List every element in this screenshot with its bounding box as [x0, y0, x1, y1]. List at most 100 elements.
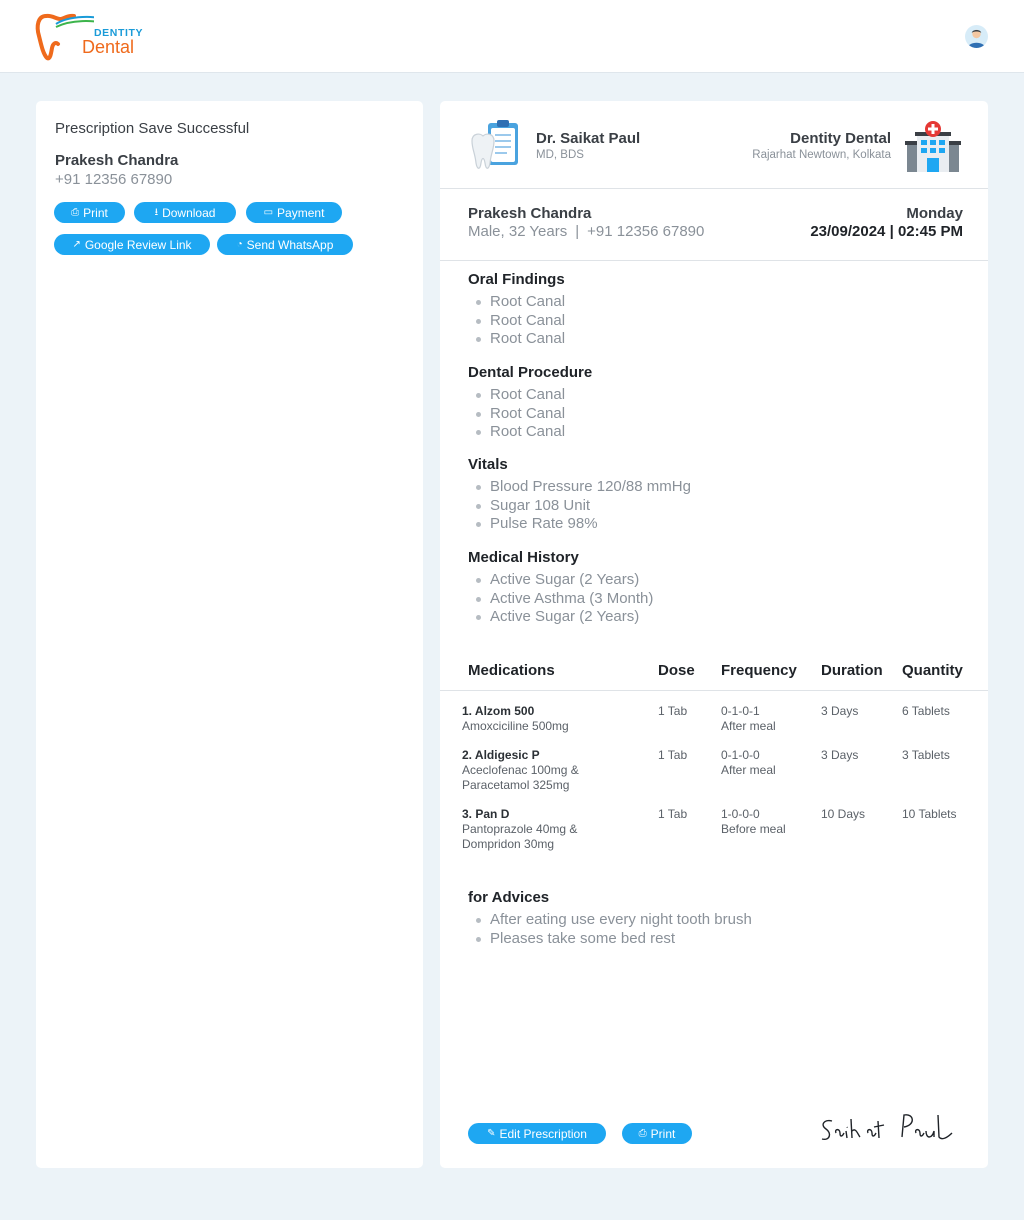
download-button[interactable]: ⭳ Download	[134, 202, 236, 223]
list-item: Root Canal	[468, 312, 565, 331]
rx-patient-name: Prakesh Chandra	[468, 205, 592, 222]
medication-name: Alzom 500	[474, 704, 535, 718]
dental-procedure-section: Dental Procedure Root Canal Root Canal R…	[468, 364, 592, 442]
dose-cell: 1 Tab	[658, 748, 688, 762]
medication-composition: Dompridon 30mg	[462, 837, 555, 851]
medication-index: 3.	[462, 807, 473, 821]
printer-icon: ⎙	[71, 206, 80, 218]
section-title: Medical History	[468, 549, 579, 566]
medication-index: 1.	[462, 704, 473, 718]
print-button[interactable]: ⎙ Print	[54, 202, 125, 223]
medical-history-section: Medical History Active Sugar (2 Years) A…	[468, 549, 653, 627]
frequency-timing: Before meal	[721, 822, 786, 836]
dental-clipboard-icon	[471, 120, 518, 169]
clinic-name: Dentity Dental	[790, 130, 891, 147]
list-item: Pleases take some bed rest	[468, 930, 752, 949]
duration-cell: 3 Days	[821, 748, 859, 762]
frequency-cell: 0-1-0-0 After meal	[721, 748, 776, 778]
top-bar: DENTITY Dental	[0, 0, 1024, 73]
download-icon: ⭳	[154, 206, 159, 218]
google-review-button-label: Google Review Link	[84, 237, 192, 252]
quantity-cell: 6 Tablets	[902, 704, 950, 718]
rx-time: 02:45 PM	[897, 223, 963, 240]
medication-composition: Paracetamol 325mg	[462, 778, 570, 792]
medication-composition: Amoxciciline 500mg	[462, 719, 569, 733]
medications-header: Medications	[468, 662, 555, 679]
quantity-cell: 3 Tablets	[902, 748, 950, 762]
frequency-timing: After meal	[721, 763, 776, 777]
status-message: Prescription Save Successful	[55, 120, 250, 137]
quantity-cell: 10 Tablets	[902, 807, 957, 821]
frequency-header: Frequency	[721, 662, 797, 679]
rx-date: 23/09/2024	[810, 223, 886, 240]
divider	[440, 690, 988, 691]
edit-icon: ✎	[487, 1127, 496, 1139]
list-item: Active Sugar (2 Years)	[468, 608, 653, 627]
download-button-label: Download	[162, 205, 216, 220]
printer-icon: ⎙	[638, 1127, 647, 1139]
medication-cell: 1. Alzom 500 Amoxciciline 500mg	[462, 704, 569, 734]
wallet-icon: ▭	[263, 206, 274, 218]
medication-name: Aldigesic P	[474, 748, 540, 762]
dentity-dental-logo[interactable]: DENTITY Dental	[34, 10, 154, 62]
hospital-building-icon	[905, 121, 961, 172]
frequency-timing: After meal	[721, 719, 776, 733]
list-item: Sugar 108 Unit	[468, 497, 691, 516]
rx-patient-gender-age: Male, 32 Years	[468, 223, 568, 240]
user-avatar-icon[interactable]	[965, 25, 988, 48]
patient-name: Prakesh Chandra	[55, 152, 179, 169]
edit-prescription-button[interactable]: ✎ Edit Prescription	[468, 1123, 606, 1144]
frequency-value: 0-1-0-1	[721, 704, 760, 718]
section-title: Oral Findings	[468, 271, 565, 288]
list-item: After eating use every night tooth brush	[468, 911, 752, 930]
patient-phone: +91 12356 67890	[55, 171, 173, 188]
rx-patient-info: Male, 32 Years | +91 12356 67890	[468, 223, 705, 240]
google-review-link-button[interactable]: ↗ Google Review Link	[54, 234, 210, 255]
list-item: Active Asthma (3 Month)	[468, 590, 653, 609]
list-item: Pulse Rate 98%	[468, 515, 691, 534]
doctor-signature	[818, 1109, 958, 1149]
whatsapp-icon: ◔	[236, 238, 243, 250]
external-link-icon: ↗	[72, 238, 81, 250]
medication-index: 2.	[462, 748, 473, 762]
clinic-address: Rajarhat Newtown, Kolkata	[752, 149, 891, 161]
medication-name: Pan D	[475, 807, 510, 821]
dose-cell: 1 Tab	[658, 704, 688, 718]
dose-header: Dose	[658, 662, 695, 679]
quantity-header: Quantity	[902, 662, 963, 679]
doctor-name: Dr. Saikat Paul	[536, 130, 641, 147]
rx-datetime: 23/09/2024 | 02:45 PM	[810, 223, 963, 240]
send-whatsapp-button[interactable]: ◔ Send WhatsApp	[217, 234, 353, 255]
payment-button[interactable]: ▭ Payment	[246, 202, 342, 223]
rx-patient-phone: +91 12356 67890	[587, 223, 705, 240]
list-item: Root Canal	[468, 405, 592, 424]
list-item: Root Canal	[468, 293, 565, 312]
frequency-cell: 0-1-0-1 After meal	[721, 704, 776, 734]
signature-image	[821, 1114, 953, 1141]
medication-composition: Pantoprazole 40mg &	[462, 822, 578, 836]
section-title: for Advices	[468, 889, 550, 906]
advices-section: for Advices After eating use every night…	[468, 889, 752, 948]
duration-cell: 3 Days	[821, 704, 859, 718]
print-button-label: Print	[650, 1126, 676, 1141]
doctor-degree: MD, BDS	[536, 149, 584, 161]
rx-day: Monday	[906, 205, 963, 222]
medication-cell: 3. Pan D Pantoprazole 40mg & Dompridon 3…	[462, 807, 577, 852]
list-item: Active Sugar (2 Years)	[468, 571, 653, 590]
list-item: Blood Pressure 120/88 mmHg	[468, 478, 691, 497]
dose-cell: 1 Tab	[658, 807, 688, 821]
payment-button-label: Payment	[277, 205, 325, 220]
whatsapp-button-label: Send WhatsApp	[246, 237, 334, 252]
edit-button-label: Edit Prescription	[499, 1126, 587, 1141]
section-title: Vitals	[468, 456, 508, 473]
frequency-cell: 1-0-0-0 Before meal	[721, 807, 786, 837]
frequency-value: 1-0-0-0	[721, 807, 760, 821]
divider	[440, 188, 988, 189]
medication-cell: 2. Aldigesic P Aceclofenac 100mg & Parac…	[462, 748, 579, 793]
list-item: Root Canal	[468, 386, 592, 405]
section-title: Dental Procedure	[468, 364, 593, 381]
vitals-section: Vitals Blood Pressure 120/88 mmHg Sugar …	[468, 456, 691, 534]
print-prescription-button[interactable]: ⎙ Print	[622, 1123, 692, 1144]
list-item: Root Canal	[468, 330, 565, 349]
print-button-label: Print	[83, 205, 108, 220]
